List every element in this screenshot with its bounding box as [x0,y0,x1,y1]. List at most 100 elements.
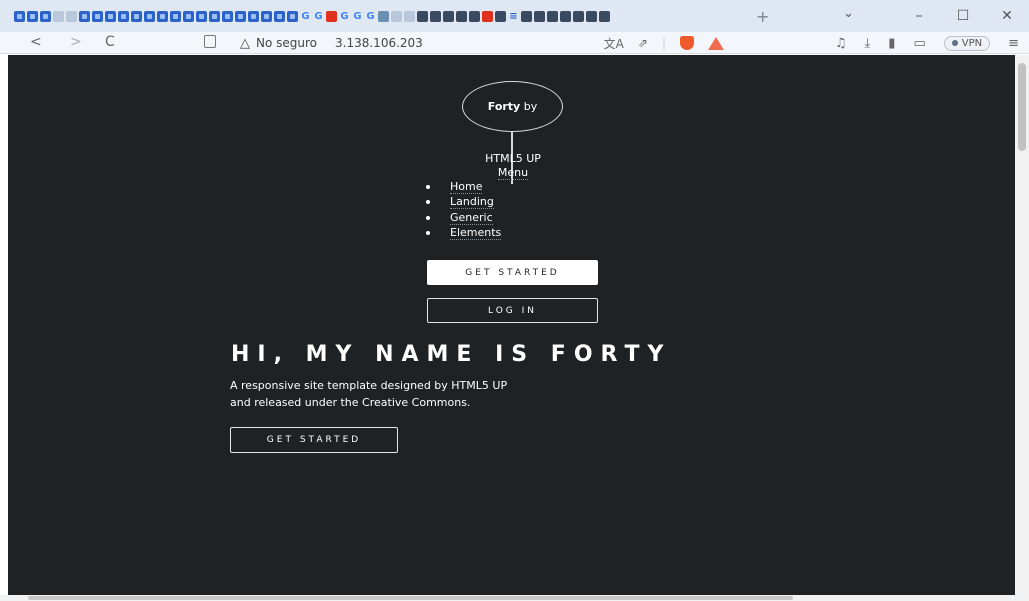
vpn-button[interactable]: VPN [943,35,991,51]
tab-favicon[interactable] [118,10,129,22]
tab-favicon[interactable] [417,10,428,22]
url-host[interactable]: 3.138.106.203 [335,36,423,50]
tab-favicon[interactable] [391,10,402,22]
tab-favicon[interactable] [495,10,506,22]
back-button[interactable]: < [30,34,42,50]
close-button[interactable]: ✕ [985,8,1029,24]
tab-favicon[interactable] [586,10,597,22]
brave-shields-icon[interactable] [680,36,694,50]
maximize-button[interactable]: ☐ [941,8,985,24]
hero-get-started-button[interactable]: GET STARTED [230,427,398,453]
tab-favicon[interactable] [144,10,155,22]
page-left-edge [0,55,8,595]
tab-favicon[interactable] [404,10,415,22]
tab-favicon[interactable] [326,10,337,22]
tab-favicon[interactable] [66,10,77,22]
tab-favicon[interactable] [157,10,168,22]
address-bar[interactable]: △ No seguro 3.138.106.203 文A ⇗ | [232,33,724,53]
tab-favicon[interactable] [27,10,38,22]
new-tab-button[interactable]: + [756,7,769,26]
nav-link[interactable]: Home [450,180,483,194]
tab-favicon[interactable] [14,10,25,22]
address-bar-actions: 文A ⇗ | [604,33,724,53]
tab-favicon[interactable] [599,10,610,22]
youtube-tab-icon[interactable] [482,10,493,22]
tab-favicon[interactable] [105,10,116,22]
tab-favicon[interactable] [196,10,207,22]
tab-favicon[interactable] [573,10,584,22]
nav-item-elements[interactable]: Elements [426,226,502,242]
tab-favicon[interactable] [235,10,246,22]
reload-button[interactable]: C [105,34,115,50]
site-logo[interactable]: Forty by [462,81,563,132]
browser-toolbar: < > C △ No seguro 3.138.106.203 文A ⇗ | ♫… [0,32,1029,54]
tab-favicon[interactable] [430,10,441,22]
wallet-icon[interactable]: ▭ [913,36,925,51]
google-tab-icon[interactable]: G [365,11,376,22]
tab-favicon[interactable] [274,10,285,22]
toolbar-actions: ♫ ⤓ ▮ ▭ VPN ≡ [835,32,1019,54]
tab-favicon[interactable] [183,10,194,22]
tab-favicon[interactable] [261,10,272,22]
window-controls: – ☐ ✕ [897,0,1029,32]
menu-icon[interactable]: ≡ [1008,36,1019,51]
hero-description: A responsive site template designed by H… [230,377,610,411]
forward-button[interactable]: > [70,34,82,50]
tab-favicon[interactable] [131,10,142,22]
tab-strip: G G G G G ≡ + ⌄ – ☐ ✕ [0,0,1029,32]
scrollbar-thumb[interactable] [1018,63,1026,151]
tab-favicon[interactable] [560,10,571,22]
security-status[interactable]: No seguro [256,36,317,50]
sidebar-icon[interactable]: ▮ [888,36,895,51]
tab-favicon[interactable] [287,10,298,22]
tab-favicon[interactable] [40,10,51,22]
separator: | [661,36,666,50]
nav-link[interactable]: Landing [450,195,494,210]
google-tab-icon[interactable]: G [313,11,324,22]
brave-rewards-icon[interactable] [708,36,724,50]
google-tab-icon[interactable]: G [339,11,350,22]
scrollbar-thumb[interactable] [28,596,793,600]
get-started-button[interactable]: GET STARTED [427,260,598,285]
tab-search-chevron-icon[interactable]: ⌄ [843,6,854,21]
tab-favicon[interactable] [170,10,181,22]
horizontal-scrollbar[interactable] [0,595,1029,601]
tab-favicon[interactable] [92,10,103,22]
media-icon[interactable]: ♫ [835,36,847,51]
warning-triangle-icon[interactable]: △ [240,36,250,51]
nav-item-landing[interactable]: Landing [426,195,501,211]
tab-favicon[interactable] [534,10,545,22]
nav-link[interactable]: Elements [450,226,502,241]
tab-favicon[interactable]: ≡ [508,11,519,22]
tab-favicon[interactable] [79,10,90,22]
tab-favicon[interactable] [547,10,558,22]
site-credit: HTML5 UP [485,152,541,165]
share-icon[interactable]: ⇗ [638,36,648,50]
menu-toggle[interactable]: Menu [448,166,578,180]
bookmark-icon[interactable] [204,35,216,48]
vertical-scrollbar[interactable] [1015,55,1029,595]
tab-favicon[interactable] [53,10,64,22]
logo-rest: by [520,100,538,113]
nav-link[interactable]: Generic [450,211,493,225]
tab-favicon[interactable] [209,10,220,22]
tab-favicon[interactable] [443,10,454,22]
menu-label[interactable]: Menu [497,166,529,180]
tab-favicon[interactable] [378,10,389,22]
tab-favicon[interactable] [222,10,233,22]
log-in-button[interactable]: LOG IN [427,298,598,323]
nav-item-home[interactable]: Home [426,179,501,195]
hero-text-line: and released under the Creative Commons. [230,396,471,409]
tab-favicon[interactable] [456,10,467,22]
download-icon[interactable]: ⤓ [865,36,871,51]
tab-favicon[interactable] [521,10,532,22]
google-tab-icon[interactable]: G [300,11,311,22]
page-viewport: Forty by HTML5 UP Menu Home Landing Gene… [8,55,1015,595]
google-tab-icon[interactable]: G [352,11,363,22]
translate-icon[interactable]: 文A [604,35,624,52]
hero-title: HI, MY NAME IS FORTY [231,342,672,367]
minimize-button[interactable]: – [897,8,941,24]
tab-favicon[interactable] [469,10,480,22]
nav-item-generic[interactable]: Generic [426,210,501,226]
tab-favicon[interactable] [248,10,259,22]
